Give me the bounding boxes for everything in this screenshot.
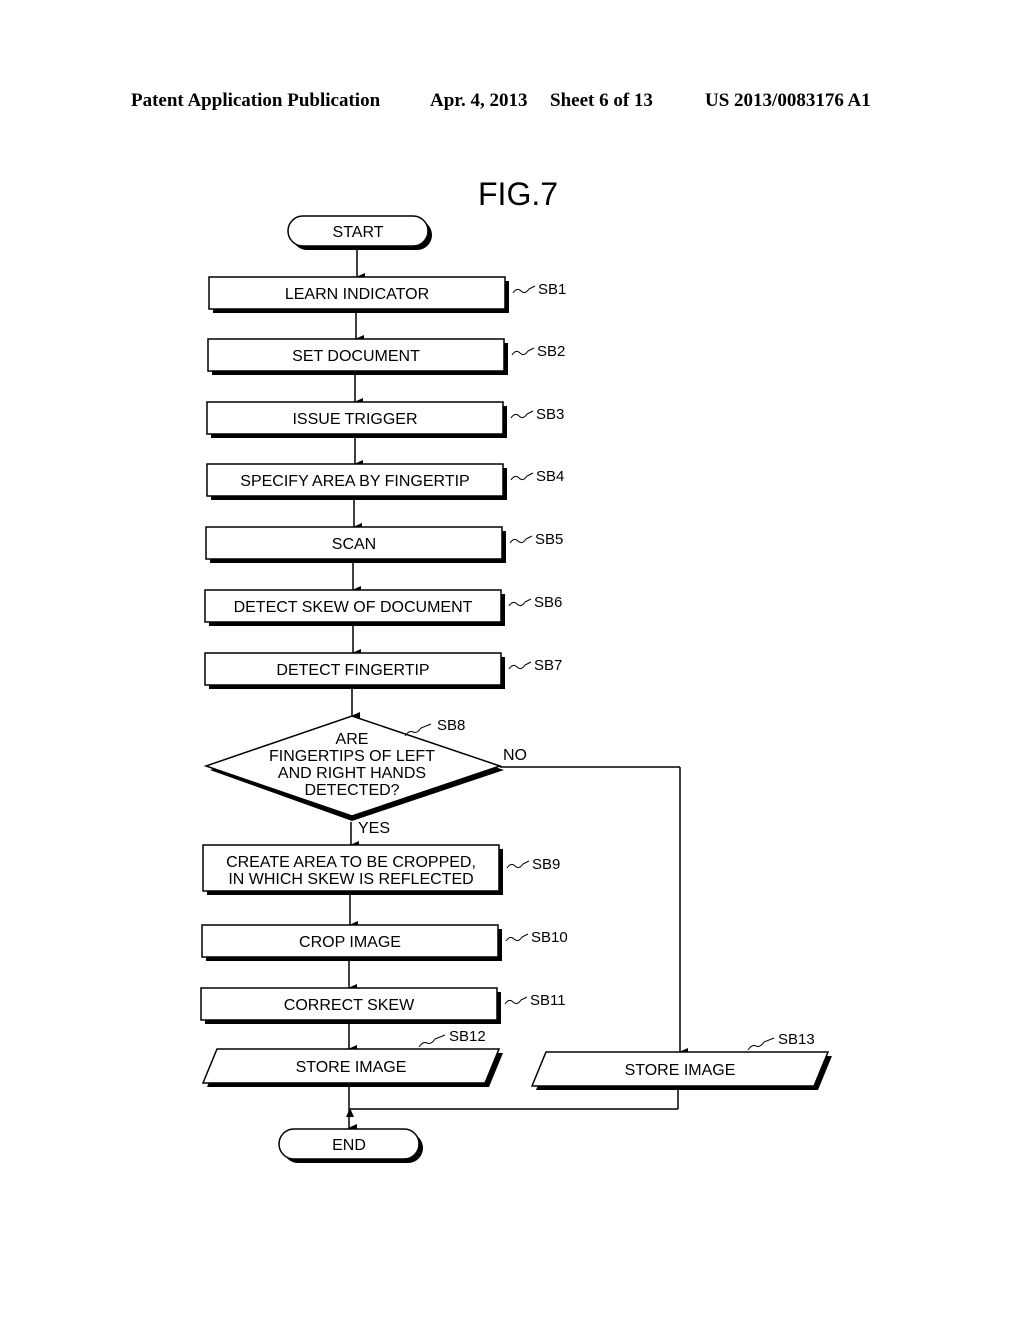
leader-squiggle	[505, 933, 529, 942]
decision-label: AND RIGHT HANDS	[278, 765, 426, 782]
leader-squiggle	[508, 661, 532, 670]
decision-ref-sb8: SB8	[437, 717, 465, 734]
io-ref-sb12: SB12	[449, 1028, 486, 1045]
decision-label: ARE	[336, 731, 369, 748]
step-label: CREATE AREA TO BE CROPPED,	[226, 854, 476, 871]
leader-squiggle	[508, 598, 532, 607]
yes-label: YES	[358, 820, 390, 837]
leader-squiggle	[504, 996, 528, 1005]
step-label: SCAN	[332, 536, 376, 553]
step-label: DETECT FINGERTIP	[276, 662, 429, 679]
store-image-sb13: STORE IMAGE	[530, 1051, 832, 1090]
step-sb7: DETECT FINGERTIP	[204, 652, 505, 689]
leader-squiggle	[510, 472, 534, 481]
step-ref-sb7: SB7	[534, 657, 562, 674]
flowchart: START LEARN INDICATOR SB1 SET DOCUMENT SB2 IS…	[200, 215, 832, 1163]
step-sb6: DETECT SKEW OF DOCUMENT	[204, 589, 505, 626]
step-label: SET DOCUMENT	[292, 348, 420, 365]
terminal-label: START	[333, 224, 384, 241]
step-sb4: SPECIFY AREA BY FINGERTIP	[206, 463, 507, 500]
leader-squiggle	[510, 410, 534, 419]
io-label: STORE IMAGE	[625, 1062, 736, 1079]
step-sb5: SCAN	[205, 526, 506, 563]
decision-label: FINGERTIPS OF LEFT	[269, 748, 435, 765]
step-sb10: CROP IMAGE	[201, 924, 502, 961]
step-sb3: ISSUE TRIGGER	[206, 401, 507, 438]
leader-squiggle	[509, 535, 533, 544]
step-ref-sb4: SB4	[536, 468, 564, 485]
leader-squiggle	[418, 1034, 446, 1048]
start-terminal: START	[287, 215, 432, 250]
step-ref-sb10: SB10	[531, 929, 568, 946]
io-label: STORE IMAGE	[296, 1059, 407, 1076]
step-sb2: SET DOCUMENT	[207, 338, 508, 375]
leader-squiggle	[747, 1037, 775, 1051]
step-ref-sb5: SB5	[535, 531, 563, 548]
no-label: NO	[503, 747, 527, 764]
step-ref-sb1: SB1	[538, 281, 566, 298]
step-ref-sb11: SB11	[530, 992, 566, 1009]
step-ref-sb2: SB2	[537, 343, 565, 360]
end-terminal: END	[278, 1128, 423, 1163]
store-image-sb12: STORE IMAGE	[201, 1048, 503, 1087]
step-ref-sb6: SB6	[534, 594, 562, 611]
step-ref-sb3: SB3	[536, 406, 564, 423]
step-sb11: CORRECT SKEW	[200, 987, 501, 1024]
leader-squiggle	[404, 723, 432, 737]
step-label: CROP IMAGE	[299, 934, 401, 951]
terminal-label: END	[332, 1137, 366, 1154]
step-sb9: CREATE AREA TO BE CROPPED,IN WHICH SKEW …	[202, 844, 503, 895]
step-label: SPECIFY AREA BY FINGERTIP	[240, 473, 469, 490]
step-label: ISSUE TRIGGER	[292, 411, 417, 428]
decision-label: DETECTED?	[304, 782, 399, 799]
step-label: IN WHICH SKEW IS REFLECTED	[228, 871, 473, 888]
step-label: CORRECT SKEW	[284, 997, 415, 1014]
leader-squiggle	[506, 860, 530, 869]
step-ref-sb9: SB9	[532, 856, 560, 873]
leader-squiggle	[511, 347, 535, 356]
step-label: LEARN INDICATOR	[285, 286, 429, 303]
io-ref-sb13: SB13	[778, 1031, 815, 1048]
step-sb1: LEARN INDICATOR	[208, 276, 509, 313]
step-label: DETECT SKEW OF DOCUMENT	[234, 599, 473, 616]
leader-squiggle	[512, 285, 536, 294]
